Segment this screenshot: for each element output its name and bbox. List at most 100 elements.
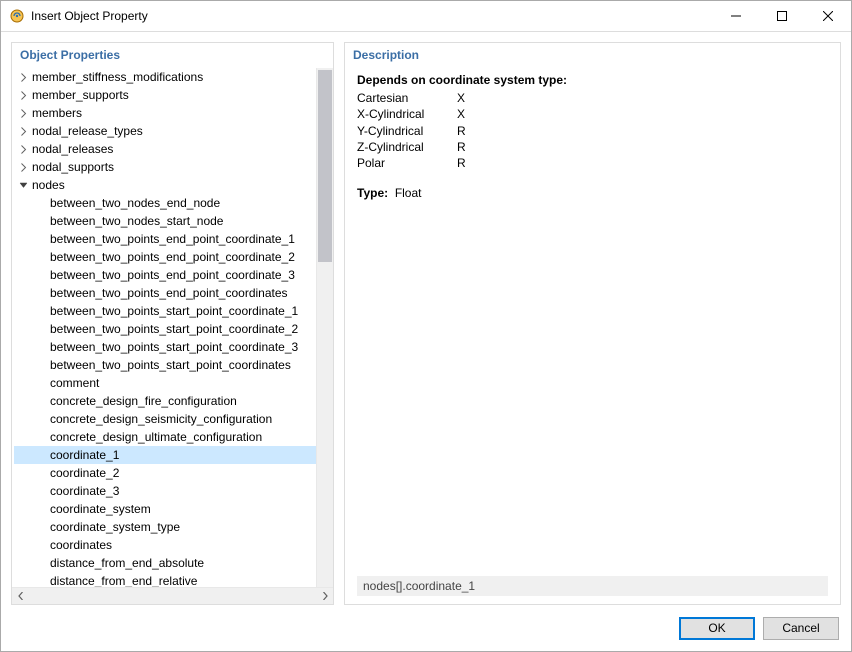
tree-child-item[interactable]: between_two_points_start_point_coordinat… bbox=[14, 302, 316, 320]
tree-item[interactable]: members bbox=[14, 104, 316, 122]
coord-val: R bbox=[457, 155, 466, 171]
tree-wrap: member_stiffness_modifications member_sup… bbox=[12, 68, 333, 587]
coordinate-type-table: CartesianXX-CylindricalXY-CylindricalRZ-… bbox=[357, 90, 828, 171]
tree-item-label: distance_from_end_relative bbox=[48, 574, 199, 587]
coord-key: Cartesian bbox=[357, 90, 457, 106]
type-value: Float bbox=[395, 186, 422, 200]
object-properties-title: Object Properties bbox=[12, 43, 333, 68]
tree-item-label: between_two_points_end_point_coordinate_… bbox=[48, 268, 297, 282]
vertical-scrollbar[interactable] bbox=[316, 68, 333, 587]
tree-child-item[interactable]: coordinate_system bbox=[14, 500, 316, 518]
coord-key: X-Cylindrical bbox=[357, 106, 457, 122]
tree-child-item[interactable]: concrete_design_fire_configuration bbox=[14, 392, 316, 410]
tree-child-item[interactable]: concrete_design_ultimate_configuration bbox=[14, 428, 316, 446]
tree-child-item[interactable]: between_two_nodes_start_node bbox=[14, 212, 316, 230]
coord-key: Z-Cylindrical bbox=[357, 139, 457, 155]
coord-key: Polar bbox=[357, 155, 457, 171]
chevron-right-icon bbox=[16, 127, 30, 136]
tree-item-label: nodal_supports bbox=[30, 160, 116, 174]
coord-key: Y-Cylindrical bbox=[357, 123, 457, 139]
coord-val: R bbox=[457, 139, 466, 155]
tree-item-label: between_two_points_start_point_coordinat… bbox=[48, 322, 300, 336]
tree-child-item[interactable]: between_two_points_end_point_coordinates bbox=[14, 284, 316, 302]
tree-item-label: between_two_points_start_point_coordinat… bbox=[48, 358, 293, 372]
tree-child-item[interactable]: coordinate_3 bbox=[14, 482, 316, 500]
tree-item[interactable]: nodal_supports bbox=[14, 158, 316, 176]
coord-val: X bbox=[457, 106, 465, 122]
chevron-right-icon bbox=[16, 163, 30, 172]
maximize-button[interactable] bbox=[759, 1, 805, 31]
tree-child-item[interactable]: between_two_points_start_point_coordinat… bbox=[14, 338, 316, 356]
scroll-left-arrow[interactable] bbox=[12, 592, 29, 600]
app-icon bbox=[9, 8, 25, 24]
chevron-right-icon bbox=[16, 109, 30, 118]
coord-row: CartesianX bbox=[357, 90, 828, 106]
tree-child-item[interactable]: concrete_design_seismicity_configuration bbox=[14, 410, 316, 428]
tree-child-item[interactable]: comment bbox=[14, 374, 316, 392]
close-button[interactable] bbox=[805, 1, 851, 31]
tree-child-item[interactable]: between_two_points_end_point_coordinate_… bbox=[14, 230, 316, 248]
tree-item-label: coordinate_system_type bbox=[48, 520, 182, 534]
coord-row: PolarR bbox=[357, 155, 828, 171]
description-content: Depends on coordinate system type: Carte… bbox=[357, 72, 828, 576]
tree-item-label: coordinate_1 bbox=[48, 448, 121, 462]
tree-child-item[interactable]: distance_from_end_relative bbox=[14, 572, 316, 587]
coord-val: X bbox=[457, 90, 465, 106]
tree-item-label: between_two_points_end_point_coordinate_… bbox=[48, 250, 297, 264]
tree-child-item[interactable]: coordinate_1 bbox=[14, 446, 316, 464]
tree-item-label: concrete_design_ultimate_configuration bbox=[48, 430, 264, 444]
coord-row: X-CylindricalX bbox=[357, 106, 828, 122]
minimize-button[interactable] bbox=[713, 1, 759, 31]
tree-item-label: member_stiffness_modifications bbox=[30, 70, 205, 84]
type-label: Type: bbox=[357, 186, 388, 200]
tree-item-label: concrete_design_fire_configuration bbox=[48, 394, 239, 408]
object-properties-panel: Object Properties member_stiffness_modif… bbox=[11, 42, 334, 605]
scroll-thumb[interactable] bbox=[318, 70, 332, 262]
titlebar: Insert Object Property bbox=[1, 1, 851, 32]
chevron-right-icon bbox=[16, 145, 30, 154]
tree-item-label: coordinate_3 bbox=[48, 484, 121, 498]
tree-item-label: nodal_releases bbox=[30, 142, 115, 156]
tree-item-label: coordinate_system bbox=[48, 502, 153, 516]
window-title: Insert Object Property bbox=[31, 9, 713, 23]
tree-child-item[interactable]: coordinate_system_type bbox=[14, 518, 316, 536]
tree-item-label: concrete_design_seismicity_configuration bbox=[48, 412, 274, 426]
dialog-content: Object Properties member_stiffness_modif… bbox=[1, 32, 851, 605]
tree-item-expanded[interactable]: nodes bbox=[14, 176, 316, 194]
tree-child-item[interactable]: between_two_points_end_point_coordinate_… bbox=[14, 248, 316, 266]
tree-child-item[interactable]: between_two_points_start_point_coordinat… bbox=[14, 356, 316, 374]
tree-item-label: nodal_release_types bbox=[30, 124, 145, 138]
window-buttons bbox=[713, 1, 851, 31]
coord-val: R bbox=[457, 123, 466, 139]
tree-child-item[interactable]: distance_from_end_absolute bbox=[14, 554, 316, 572]
tree-item-label: members bbox=[30, 106, 84, 120]
tree-item-label: between_two_points_end_point_coordinates bbox=[48, 286, 290, 300]
description-title: Description bbox=[345, 43, 840, 68]
horizontal-scrollbar[interactable] bbox=[12, 587, 333, 604]
scroll-right-arrow[interactable] bbox=[316, 592, 333, 600]
tree-item-label: distance_from_end_absolute bbox=[48, 556, 206, 570]
cancel-button[interactable]: Cancel bbox=[763, 617, 839, 640]
coord-row: Y-CylindricalR bbox=[357, 123, 828, 139]
tree-item[interactable]: member_stiffness_modifications bbox=[14, 68, 316, 86]
tree-item-label: comment bbox=[48, 376, 101, 390]
chevron-right-icon bbox=[16, 91, 30, 100]
tree-item-label: between_two_nodes_end_node bbox=[48, 196, 222, 210]
tree-item-label: between_two_points_start_point_coordinat… bbox=[48, 340, 300, 354]
chevron-right-icon bbox=[16, 73, 30, 82]
properties-tree[interactable]: member_stiffness_modifications member_sup… bbox=[12, 68, 316, 587]
tree-item[interactable]: member_supports bbox=[14, 86, 316, 104]
tree-item[interactable]: nodal_release_types bbox=[14, 122, 316, 140]
dialog-footer: OK Cancel bbox=[1, 605, 851, 651]
description-body: Depends on coordinate system type: Carte… bbox=[345, 68, 840, 604]
tree-item-label: coordinates bbox=[48, 538, 114, 552]
tree-child-item[interactable]: between_two_points_start_point_coordinat… bbox=[14, 320, 316, 338]
tree-child-item[interactable]: between_two_nodes_end_node bbox=[14, 194, 316, 212]
tree-child-item[interactable]: coordinates bbox=[14, 536, 316, 554]
tree-child-item[interactable]: coordinate_2 bbox=[14, 464, 316, 482]
tree-child-item[interactable]: between_two_points_end_point_coordinate_… bbox=[14, 266, 316, 284]
coord-row: Z-CylindricalR bbox=[357, 139, 828, 155]
tree-item-label: nodes bbox=[30, 178, 67, 192]
ok-button[interactable]: OK bbox=[679, 617, 755, 640]
tree-item[interactable]: nodal_releases bbox=[14, 140, 316, 158]
